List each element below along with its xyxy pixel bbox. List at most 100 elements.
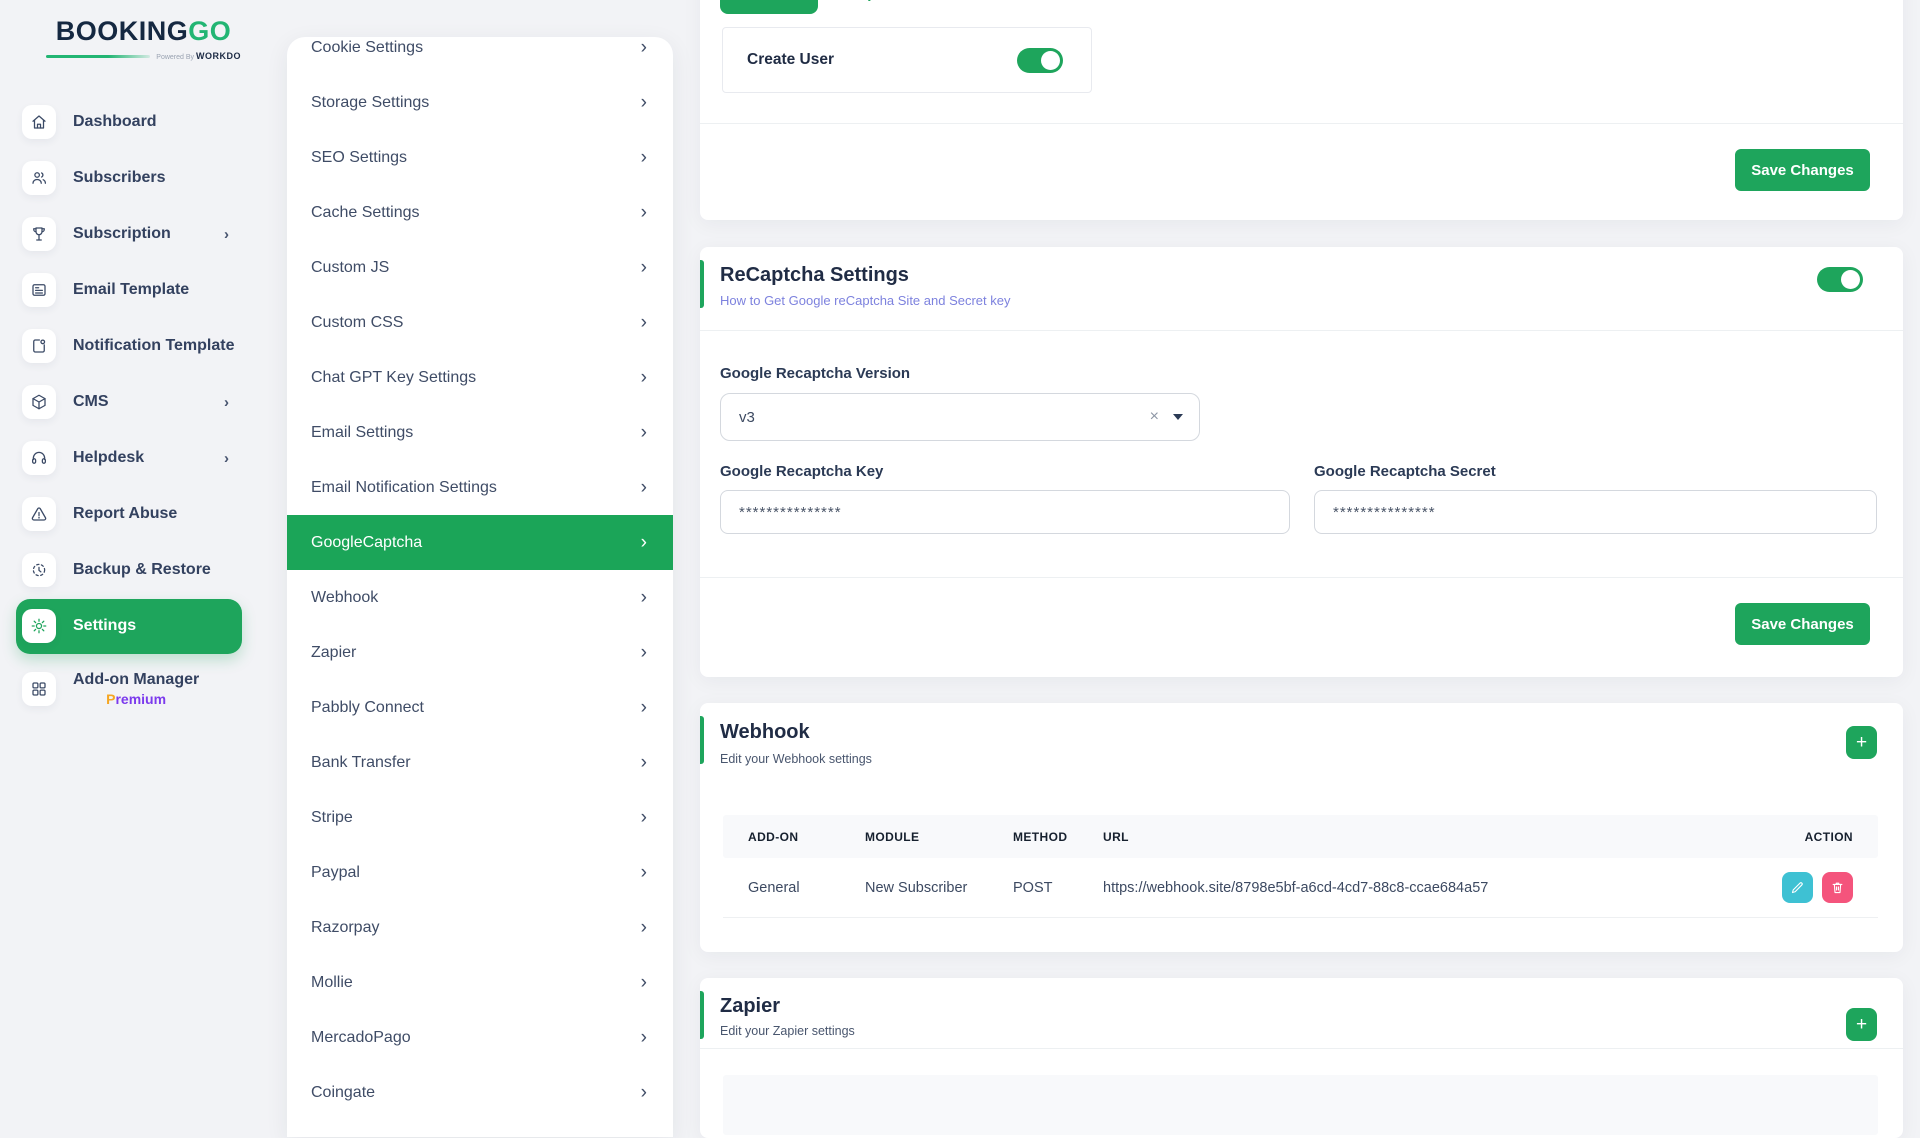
menu-item-storage-settings[interactable]: Storage Settings› <box>287 75 673 130</box>
powered-by-text: Powered By WORKDO <box>156 51 241 61</box>
sidebar-item-label: Add-on Manager <box>73 671 199 689</box>
recaptcha-secret-input[interactable] <box>1314 490 1877 534</box>
chevron-right-icon: › <box>641 532 647 554</box>
menu-item-paypal[interactable]: Paypal› <box>287 845 673 900</box>
sidebar-item-label: Subscription <box>73 225 171 243</box>
chevron-right-icon: › <box>641 312 647 334</box>
cell-addon: General <box>723 880 865 896</box>
app-logo[interactable]: BOOKINGGO Powered By WORKDO <box>0 16 287 61</box>
menu-item-seo-settings[interactable]: SEO Settings› <box>287 130 673 185</box>
divider <box>700 1048 1903 1049</box>
tab-general[interactable]: General <box>720 0 818 14</box>
menu-item-razorpay[interactable]: Razorpay› <box>287 900 673 955</box>
recaptcha-key-input[interactable] <box>720 490 1290 534</box>
cell-actions <box>1723 872 1878 903</box>
menu-item-cache-settings[interactable]: Cache Settings› <box>287 185 673 240</box>
pencil-icon <box>1790 880 1805 895</box>
webhook-card: Webhook Edit your Webhook settings + ADD… <box>700 703 1903 952</box>
menu-item-coingate[interactable]: Coingate› <box>287 1065 673 1120</box>
menu-item-chatgpt-key-settings[interactable]: Chat GPT Key Settings› <box>287 350 673 405</box>
headset-icon <box>22 441 56 475</box>
sidebar-nav: Dashboard Subscribers Subscription › Ema… <box>0 94 287 724</box>
tab-helpdesk[interactable]: Helpdesk <box>844 0 911 2</box>
alert-triangle-icon <box>22 497 56 531</box>
sidebar-item-label: Subscribers <box>73 169 165 187</box>
menu-item-mercadopago[interactable]: MercadoPago› <box>287 1010 673 1065</box>
webhook-table-row: General New Subscriber POST https://webh… <box>723 858 1878 918</box>
sidebar-item-label: Dashboard <box>73 113 157 131</box>
edit-webhook-button[interactable] <box>1782 872 1813 903</box>
divider <box>700 123 1903 124</box>
general-settings-card: General Helpdesk Create User Save Change… <box>700 0 1903 220</box>
recaptcha-toggle[interactable] <box>1817 267 1863 292</box>
logo-underline: Powered By WORKDO <box>0 51 287 61</box>
section-accent-bar <box>700 260 704 308</box>
recaptcha-help-link[interactable]: How to Get Google reCaptcha Site and Sec… <box>720 293 1011 308</box>
section-accent-bar <box>700 991 704 1039</box>
logo-accent-line <box>46 55 150 58</box>
save-changes-button[interactable]: Save Changes <box>1735 603 1870 645</box>
col-url: URL <box>1103 830 1723 844</box>
chevron-right-icon: › <box>641 807 647 829</box>
sidebar-item-settings[interactable]: Settings <box>0 598 287 654</box>
backup-restore-icon <box>22 553 56 587</box>
menu-item-custom-js[interactable]: Custom JS› <box>287 240 673 295</box>
home-icon <box>22 105 56 139</box>
chevron-right-icon: › <box>641 862 647 884</box>
gear-icon <box>22 609 56 643</box>
webhook-table-header: ADD-ON MODULE METHOD URL ACTION <box>723 815 1878 858</box>
chevron-right-icon: › <box>641 477 647 499</box>
sidebar-item-email-template[interactable]: Email Template <box>0 262 287 318</box>
delete-webhook-button[interactable] <box>1822 872 1853 903</box>
chevron-right-icon: › <box>641 917 647 939</box>
menu-item-stripe[interactable]: Stripe› <box>287 790 673 845</box>
sidebar-item-backup-restore[interactable]: Backup & Restore <box>0 542 287 598</box>
sidebar-item-label: Email Template <box>73 281 189 299</box>
menu-item-cookie-settings[interactable]: Cookie Settings› <box>287 37 673 75</box>
addon-text: Add-on Manager Premium <box>73 671 199 707</box>
sidebar: BOOKINGGO Powered By WORKDO Dashboard Su… <box>0 0 287 1080</box>
chevron-right-icon: › <box>641 367 647 389</box>
add-webhook-button[interactable]: + <box>1846 726 1877 759</box>
chevron-right-icon: › <box>641 972 647 994</box>
sidebar-item-label: Backup & Restore <box>73 561 211 579</box>
sidebar-item-subscription[interactable]: Subscription › <box>0 206 287 262</box>
save-changes-button[interactable]: Save Changes <box>1735 149 1870 191</box>
sidebar-item-report-abuse[interactable]: Report Abuse <box>0 486 287 542</box>
sidebar-item-label: CMS <box>73 393 109 411</box>
recaptcha-version-select[interactable]: v3 × <box>720 393 1200 441</box>
recaptcha-title: ReCaptcha Settings <box>720 264 909 287</box>
sidebar-item-subscribers[interactable]: Subscribers <box>0 150 287 206</box>
zapier-table-header-partial <box>723 1075 1878 1135</box>
chevron-right-icon: › <box>641 1082 647 1104</box>
create-user-box: Create User <box>722 27 1092 93</box>
cell-module: New Subscriber <box>865 880 1013 896</box>
sidebar-item-cms[interactable]: CMS › <box>0 374 287 430</box>
menu-item-googlecaptcha[interactable]: GoogleCaptcha› <box>287 515 673 570</box>
clear-icon[interactable]: × <box>1140 408 1169 426</box>
settings-menu-panel: Cookie Settings› Storage Settings› SEO S… <box>287 37 673 1137</box>
create-user-toggle[interactable] <box>1017 48 1063 73</box>
sidebar-item-dashboard[interactable]: Dashboard <box>0 94 287 150</box>
menu-item-custom-css[interactable]: Custom CSS› <box>287 295 673 350</box>
premium-badge: Premium <box>73 691 199 707</box>
webhook-subtitle: Edit your Webhook settings <box>720 752 872 766</box>
menu-item-webhook[interactable]: Webhook› <box>287 570 673 625</box>
menu-item-pabbly-connect[interactable]: Pabbly Connect› <box>287 680 673 735</box>
divider <box>700 577 1903 578</box>
menu-item-email-settings[interactable]: Email Settings› <box>287 405 673 460</box>
sidebar-item-addon-manager[interactable]: Add-on Manager Premium <box>0 654 287 724</box>
recaptcha-version-label: Google Recaptcha Version <box>720 365 910 382</box>
col-addon: ADD-ON <box>723 830 865 844</box>
select-value: v3 <box>739 409 1140 426</box>
sidebar-item-notification-template[interactable]: Notification Template <box>0 318 287 374</box>
trophy-icon <box>22 217 56 251</box>
chevron-right-icon: › <box>641 37 647 59</box>
add-zapier-button[interactable]: + <box>1846 1008 1877 1041</box>
sidebar-item-helpdesk[interactable]: Helpdesk › <box>0 430 287 486</box>
grid-icon <box>22 672 56 706</box>
menu-item-email-notification-settings[interactable]: Email Notification Settings› <box>287 460 673 515</box>
menu-item-zapier[interactable]: Zapier› <box>287 625 673 680</box>
menu-item-bank-transfer[interactable]: Bank Transfer› <box>287 735 673 790</box>
menu-item-mollie[interactable]: Mollie› <box>287 955 673 1010</box>
